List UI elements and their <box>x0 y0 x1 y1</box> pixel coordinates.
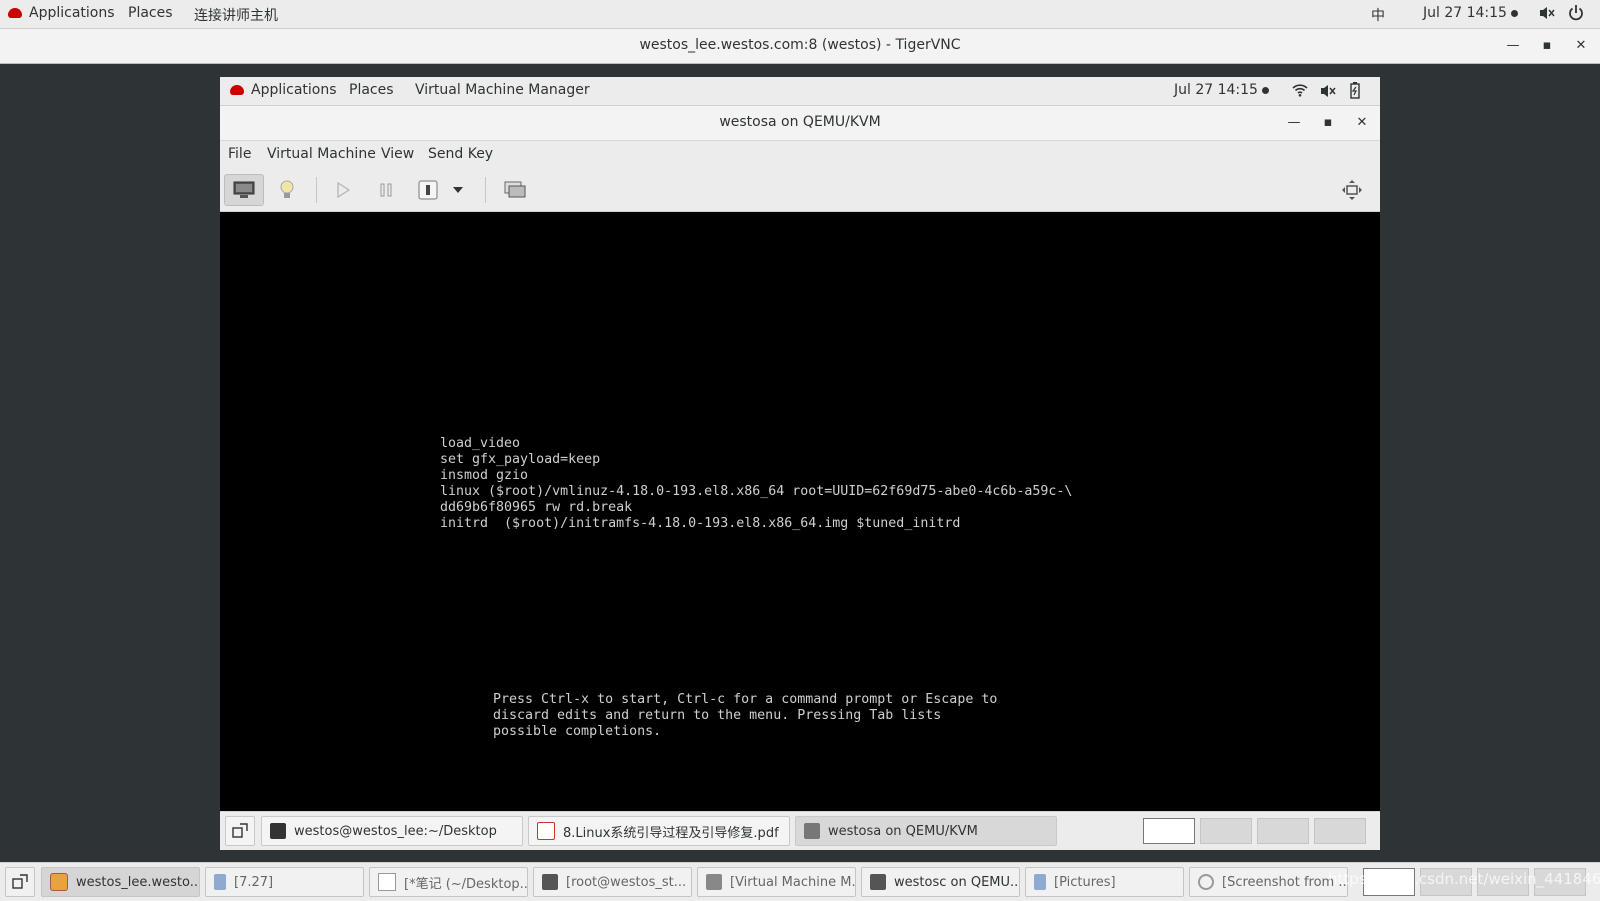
host-task-text-editor[interactable]: [*笔记 (~/Desktop... <box>369 867 528 897</box>
host-task-pictures[interactable]: [Pictures] <box>1025 867 1184 897</box>
virt-manager-icon <box>804 823 820 839</box>
places-menu[interactable]: Places <box>128 5 173 21</box>
virt-manager-icon <box>706 874 722 890</box>
guest-task-pdf[interactable]: 8.Linux系统引导过程及引导修复.pdf <box>528 816 790 846</box>
boot-line: insmod gzio <box>440 468 529 483</box>
folder-icon <box>1034 874 1046 890</box>
close-button[interactable]: ✕ <box>1571 36 1591 56</box>
menu-virtual-machine[interactable]: Virtual Machine <box>267 146 376 162</box>
vm-close-button[interactable]: ✕ <box>1352 113 1372 133</box>
guest-taskbar: westos@westos_lee:~/Desktop 8.Linux系统引导过… <box>220 811 1380 850</box>
redhat-logo-icon <box>8 8 22 18</box>
vm-window-titlebar[interactable]: westosa on QEMU/KVM — ▪ ✕ <box>220 106 1380 141</box>
show-desktop-button[interactable] <box>5 867 35 897</box>
power-icon[interactable] <box>1568 4 1584 26</box>
console-view-button[interactable] <box>224 174 264 206</box>
redhat-logo-icon <box>230 85 244 95</box>
terminal-icon <box>270 823 286 839</box>
boot-line: set gfx_payload=keep <box>440 452 601 467</box>
show-desktop-icon <box>232 823 248 838</box>
run-button[interactable] <box>323 174 363 206</box>
input-method-indicator[interactable]: 中 <box>1371 5 1385 25</box>
lightbulb-icon <box>280 180 294 198</box>
host-task-screenshot[interactable]: [Screenshot from ... <box>1189 867 1348 897</box>
guest-task-virt-manager[interactable]: westosa on QEMU/KVM <box>795 816 1057 846</box>
host-task-document[interactable]: [7.27] <box>205 867 364 897</box>
clock[interactable]: Jul 27 14:15 <box>1423 5 1518 21</box>
pdf-icon <box>537 822 555 840</box>
monitor-icon <box>233 181 255 198</box>
power-off-icon <box>418 180 438 200</box>
guest-app-menu[interactable]: Virtual Machine Manager <box>415 82 590 98</box>
workspace-2[interactable] <box>1200 818 1252 844</box>
snapshots-icon <box>504 181 526 198</box>
volume-icon[interactable] <box>1319 83 1337 103</box>
show-desktop-button[interactable] <box>225 816 255 846</box>
snapshots-button[interactable] <box>495 174 535 206</box>
vm-maximize-button[interactable]: ▪ <box>1318 113 1338 133</box>
guest-desktop: Applications Places Virtual Machine Mana… <box>220 77 1380 850</box>
vm-minimize-button[interactable]: — <box>1284 113 1304 133</box>
maximize-button[interactable]: ▪ <box>1537 36 1557 56</box>
notification-dot-icon <box>1510 9 1518 17</box>
show-desktop-icon <box>12 874 28 889</box>
chevron-down-icon <box>453 187 463 193</box>
boot-line: linux ($root)/vmlinuz-4.18.0-193.el8.x86… <box>440 484 1073 499</box>
terminal-icon <box>542 874 558 890</box>
host-top-bar: Applications Places 连接讲师主机 中 Jul 27 14:1… <box>0 0 1600 29</box>
wifi-icon[interactable] <box>1292 83 1308 101</box>
shutdown-menu-button[interactable] <box>444 174 472 206</box>
workspace-3[interactable] <box>1257 818 1309 844</box>
vnc-window-titlebar[interactable]: westos_lee.westos.com:8 (westos) - Tiger… <box>0 29 1600 64</box>
workspace-1[interactable] <box>1143 818 1195 844</box>
guest-task-terminal[interactable]: westos@westos_lee:~/Desktop <box>261 816 523 846</box>
text-editor-icon <box>378 873 396 891</box>
grub-boot-entry-editor[interactable]: load_video set gfx_payload=keep insmod g… <box>440 436 1072 532</box>
boot-line: initrd ($root)/initramfs-4.18.0-193.el8.… <box>440 516 961 531</box>
tigervnc-icon <box>50 873 68 891</box>
boot-line: dd69b6f80965 rw rd.break <box>440 500 633 515</box>
minimize-button[interactable]: — <box>1503 36 1523 56</box>
vm-menubar: File Virtual Machine View Send Key <box>220 141 1380 169</box>
battery-icon[interactable] <box>1350 82 1360 103</box>
connect-teacher-host-menu[interactable]: 连接讲师主机 <box>194 5 278 25</box>
pause-button[interactable] <box>366 174 406 206</box>
guest-clock[interactable]: Jul 27 14:15 <box>1174 82 1269 98</box>
menu-view[interactable]: View <box>381 146 414 162</box>
host-task-virt-manager[interactable]: [Virtual Machine M... <box>697 867 856 897</box>
document-icon <box>214 874 226 890</box>
notification-dot-icon <box>1261 86 1269 94</box>
play-icon <box>337 182 350 198</box>
boot-line: load_video <box>440 436 521 451</box>
fullscreen-button[interactable] <box>1332 174 1372 206</box>
vm-toolbar <box>220 169 1380 212</box>
applications-menu[interactable]: Applications <box>8 5 115 21</box>
host-task-westosc[interactable]: westosc on QEMU... <box>861 867 1020 897</box>
workspace-4[interactable] <box>1314 818 1366 844</box>
vm-window-title: westosa on QEMU/KVM <box>719 114 881 130</box>
volume-icon[interactable] <box>1538 5 1556 25</box>
fullscreen-icon <box>1342 180 1362 200</box>
details-view-button[interactable] <box>267 174 307 206</box>
guest-places-menu[interactable]: Places <box>349 82 394 98</box>
grub-help-text: Press Ctrl-x to start, Ctrl-c for a comm… <box>493 692 998 739</box>
guest-top-bar: Applications Places Virtual Machine Mana… <box>220 77 1380 106</box>
virt-manager-icon <box>870 874 886 890</box>
pause-icon <box>380 183 392 197</box>
host-task-terminal[interactable]: [root@westos_st... <box>533 867 692 897</box>
screenshot-icon <box>1198 874 1214 890</box>
shutdown-button[interactable] <box>408 174 448 206</box>
vm-console-screen[interactable]: load_video set gfx_payload=keep insmod g… <box>220 212 1380 810</box>
menu-send-key[interactable]: Send Key <box>428 146 493 162</box>
host-task-tigervnc[interactable]: westos_lee.westo... <box>41 867 200 897</box>
watermark-text: https://blog.csdn.net/weixin_44184682 <box>1328 870 1600 888</box>
menu-file[interactable]: File <box>228 146 251 162</box>
vnc-window-title: westos_lee.westos.com:8 (westos) - Tiger… <box>639 37 961 53</box>
guest-applications-menu[interactable]: Applications <box>230 82 337 98</box>
